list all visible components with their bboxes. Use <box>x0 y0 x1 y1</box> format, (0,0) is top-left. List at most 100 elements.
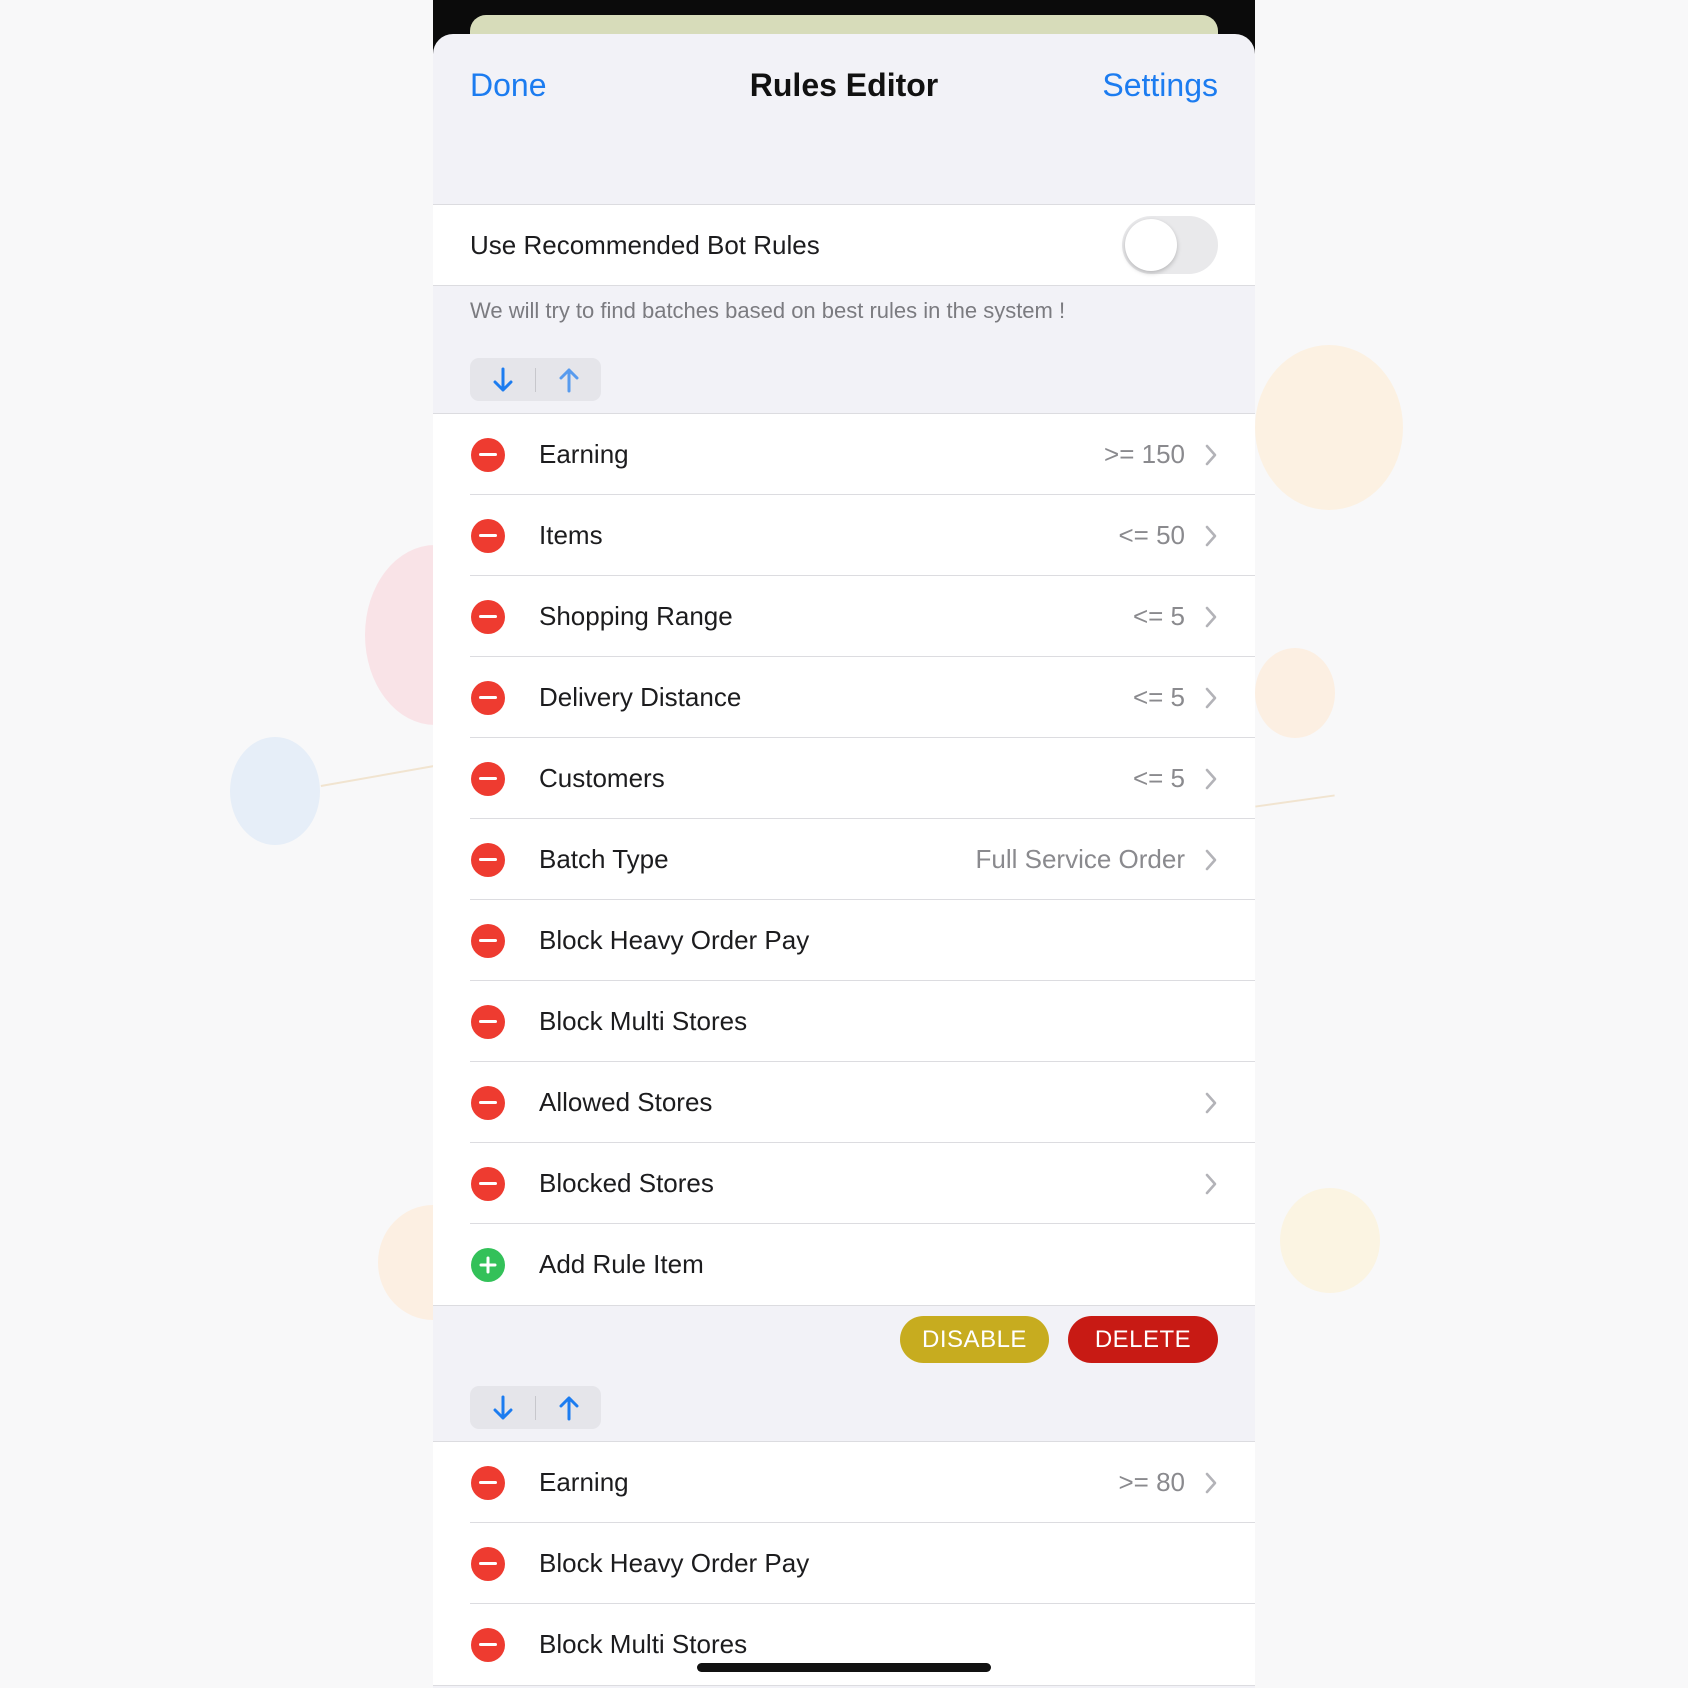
remove-rule-button[interactable] <box>471 1627 505 1662</box>
rule-label: Block Heavy Order Pay <box>539 925 810 955</box>
rule-set-1-actions: DISABLE DELETE <box>433 1306 1255 1374</box>
background-decoration <box>1255 794 1335 808</box>
background-decoration <box>1280 1188 1380 1293</box>
add-rule-button[interactable] <box>471 1247 505 1282</box>
rule-label: Earning <box>539 439 629 469</box>
done-button[interactable]: Done <box>470 67 547 104</box>
rule-label: Blocked Stores <box>539 1168 714 1198</box>
rule-label: Shopping Range <box>539 601 733 631</box>
remove-rule-button[interactable] <box>471 923 505 958</box>
rule-label: Allowed Stores <box>539 1087 713 1117</box>
remove-rule-button[interactable] <box>471 518 505 553</box>
arrow-down-icon <box>493 367 512 391</box>
chevron-right-icon <box>1204 605 1218 629</box>
disable-button[interactable]: DISABLE <box>900 1316 1049 1363</box>
arrow-up-icon <box>559 368 578 392</box>
add-rule-label: Add Rule Item <box>539 1249 704 1279</box>
chevron-right-icon <box>1205 1173 1217 1194</box>
chevron-right-icon <box>1205 1472 1217 1493</box>
rule-row-shopping-range[interactable]: Shopping Range <= 5 <box>433 576 1255 657</box>
rule-value: <= 5 <box>1132 682 1185 712</box>
remove-rule-button[interactable] <box>471 1085 505 1120</box>
bot-rules-group: Use Recommended Bot Rules <box>433 204 1255 286</box>
settings-button[interactable]: Settings <box>1102 67 1218 104</box>
rule-row-block-heavy-order-pay[interactable]: Block Heavy Order Pay <box>433 900 1255 981</box>
chevron-right-icon <box>1204 1471 1218 1495</box>
chevron-right-icon <box>1204 524 1218 548</box>
arrow-down-icon <box>493 1395 512 1419</box>
rule-label: Earning <box>539 1467 629 1497</box>
home-indicator <box>697 1663 991 1672</box>
move-up-button[interactable] <box>536 1386 601 1429</box>
chevron-right-icon <box>1204 686 1218 710</box>
remove-rule-button[interactable] <box>471 1465 505 1500</box>
rule-label: Batch Type <box>539 844 669 874</box>
rule-set-2: Earning >= 80 Block Heavy Order Pay Block M… <box>433 1441 1255 1686</box>
chevron-right-icon <box>1205 849 1217 870</box>
background-decoration <box>230 737 320 845</box>
background-decoration <box>1255 345 1403 510</box>
rule-row-earning[interactable]: Earning >= 150 <box>433 414 1255 495</box>
remove-rule-button[interactable] <box>471 761 505 796</box>
chevron-right-icon <box>1205 525 1217 546</box>
remove-rule-button[interactable] <box>471 1166 505 1201</box>
reorder-control-1 <box>433 338 1255 413</box>
rule-row-items[interactable]: Items <= 50 <box>433 495 1255 576</box>
remove-rule-button[interactable] <box>471 680 505 715</box>
toggle-knob <box>1125 219 1177 271</box>
rule-value: Full Service Order <box>975 844 1186 874</box>
remove-rule-button[interactable] <box>471 1546 505 1581</box>
rule-row-customers[interactable]: Customers <= 5 <box>433 738 1255 819</box>
reorder-segmented-control <box>470 358 601 401</box>
chevron-right-icon <box>1205 606 1217 627</box>
chevron-right-icon <box>1204 1091 1218 1115</box>
delete-button[interactable]: DELETE <box>1068 1316 1218 1363</box>
remove-rule-button[interactable] <box>471 599 505 634</box>
rule-value: <= 5 <box>1132 601 1185 631</box>
rule-label: Block Multi Stores <box>539 1629 748 1659</box>
arrow-up-icon <box>559 1396 578 1420</box>
rule-row-batch-type[interactable]: Batch Type Full Service Order <box>433 819 1255 900</box>
chevron-right-icon <box>1204 1172 1218 1196</box>
remove-rule-button[interactable] <box>471 437 505 472</box>
move-up-button[interactable] <box>536 358 601 401</box>
rule-row-block-multi-stores[interactable]: Block Multi Stores <box>433 981 1255 1062</box>
remove-rule-button[interactable] <box>471 842 505 877</box>
rule-value: <= 50 <box>1118 520 1185 550</box>
bot-rules-footnote: We will try to find batches based on bes… <box>470 298 1066 323</box>
chevron-right-icon <box>1204 848 1218 872</box>
move-down-button[interactable] <box>470 358 535 401</box>
rule-label: Block Heavy Order Pay <box>539 1548 810 1578</box>
move-down-button[interactable] <box>470 1386 535 1429</box>
chevron-right-icon <box>1205 768 1217 789</box>
background-decoration <box>1255 648 1335 738</box>
rule-row-blocked-stores[interactable]: Blocked Stores <box>433 1143 1255 1224</box>
remove-rule-button[interactable] <box>471 1004 505 1039</box>
rule-row-allowed-stores[interactable]: Allowed Stores <box>433 1062 1255 1143</box>
rule-row-block-multi-stores[interactable]: Block Multi Stores <box>433 1604 1255 1685</box>
reorder-segmented-control <box>470 1386 601 1429</box>
chevron-right-icon <box>1205 444 1217 465</box>
plus-icon <box>479 1256 497 1273</box>
bot-rules-toggle[interactable] <box>1122 216 1218 274</box>
rule-value: >= 80 <box>1118 1467 1185 1497</box>
chevron-right-icon <box>1204 767 1218 791</box>
rule-value: >= 150 <box>1104 439 1185 469</box>
chevron-right-icon <box>1205 1092 1217 1113</box>
rule-set-1: Earning >= 150 Items <= 50 Shopping Range <= … <box>433 413 1255 1306</box>
rule-row-delivery-distance[interactable]: Delivery Distance <= 5 <box>433 657 1255 738</box>
navigation-bar: Done Rules Editor Settings <box>433 34 1255 204</box>
rule-label: Delivery Distance <box>539 682 742 712</box>
rule-value: <= 5 <box>1132 763 1185 793</box>
background-decoration <box>320 765 435 787</box>
rule-row-earning[interactable]: Earning >= 80 <box>433 1442 1255 1523</box>
rules-editor-sheet: Done Rules Editor Settings Use Recommend… <box>433 34 1255 1688</box>
rule-label: Customers <box>539 763 665 793</box>
rule-label: Items <box>539 520 603 550</box>
reorder-control-2 <box>433 1374 1255 1441</box>
bot-rules-row: Use Recommended Bot Rules <box>433 205 1255 285</box>
rule-row-block-heavy-order-pay[interactable]: Block Heavy Order Pay <box>433 1523 1255 1604</box>
bot-rules-label: Use Recommended Bot Rules <box>470 229 820 260</box>
add-rule-item-row[interactable]: Add Rule Item <box>433 1224 1255 1305</box>
chevron-right-icon <box>1205 687 1217 708</box>
